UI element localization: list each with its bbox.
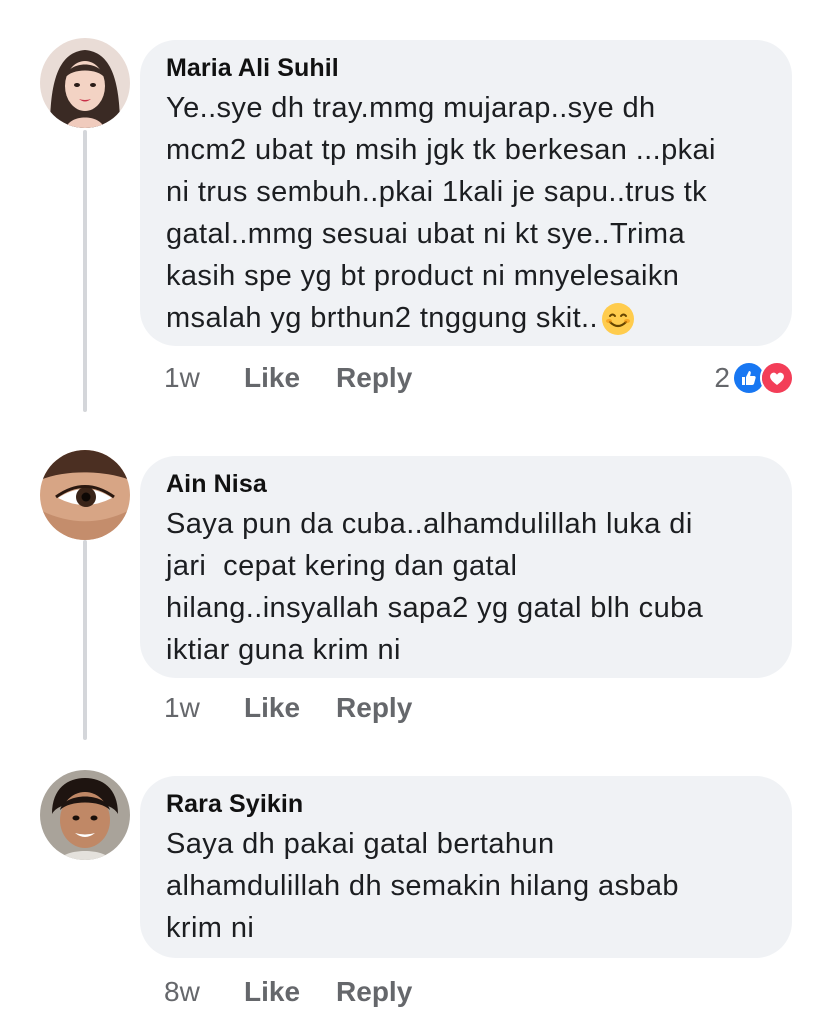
thread-line: [83, 540, 87, 740]
comment-text-line: kasih spe yg bt product ni mnyelesaikn: [166, 260, 680, 292]
comment-actions: 1w Like Reply: [164, 690, 412, 726]
profile-photo-icon: [40, 450, 130, 540]
reply-button[interactable]: Reply: [336, 976, 412, 1008]
comment-text-line: gatal..mmg sesuai ubat ni kt sye..Trima: [166, 218, 685, 250]
comment-bubble: Ain Nisa Saya pun da cuba..alhamdulillah…: [140, 456, 792, 678]
comment-text-line: jari cepat kering dan gatal: [166, 550, 518, 582]
comment-actions: 8w Like Reply: [164, 974, 412, 1010]
comment-text-line: ni trus sembuh..pkai 1kali je sapu..trus…: [166, 176, 708, 208]
comment-text-line: Saya dh pakai gatal bertahun: [166, 828, 555, 860]
comment-text-line: Ye..sye dh tray.mmg mujarap..sye dh: [166, 92, 656, 124]
comment-text-line: mcm2 ubat tp msih jgk tk berkesan ...pka…: [166, 134, 716, 166]
like-button[interactable]: Like: [244, 692, 300, 724]
comment-bubble: Maria Ali Suhil Ye..sye dh tray.mmg muja…: [140, 40, 792, 346]
comment-text-line: alhamdulillah dh semakin hilang asbab: [166, 870, 679, 902]
reaction-count: 2: [714, 362, 730, 393]
comment-timestamp[interactable]: 1w: [164, 692, 226, 724]
comment-text: Ye..sye dh tray.mmg mujarap..sye dh mcm2…: [166, 87, 768, 339]
comment-author[interactable]: Maria Ali Suhil: [166, 54, 768, 83]
reply-button[interactable]: Reply: [336, 362, 412, 394]
avatar[interactable]: [40, 770, 130, 860]
comment-text: Saya dh pakai gatal bertahun alhamdulill…: [166, 823, 768, 949]
reply-button[interactable]: Reply: [336, 692, 412, 724]
comment-text-line: msalah yg brthun2 tnggung skit..: [166, 297, 768, 339]
love-reaction-icon: [760, 361, 794, 395]
avatar[interactable]: [40, 38, 130, 128]
comment-author[interactable]: Rara Syikin: [166, 790, 768, 819]
profile-photo-icon: [40, 38, 130, 128]
comment-actions: 1w Like Reply: [164, 360, 412, 396]
like-button[interactable]: Like: [244, 976, 300, 1008]
comment-text-line: iktiar guna krim ni: [166, 634, 401, 666]
comment-text-segment: msalah yg brthun2 tnggung skit..: [166, 302, 598, 334]
comment-timestamp[interactable]: 1w: [164, 362, 226, 394]
comment-text-line: Saya pun da cuba..alhamdulillah luka di: [166, 508, 693, 540]
avatar[interactable]: [40, 450, 130, 540]
smiling-face-emoji-icon: [601, 303, 634, 336]
like-button[interactable]: Like: [244, 362, 300, 394]
comment-text: Saya pun da cuba..alhamdulillah luka di …: [166, 503, 768, 671]
reaction-summary[interactable]: 2: [714, 360, 794, 396]
comment-text-line: krim ni: [166, 912, 255, 944]
comment-author[interactable]: Ain Nisa: [166, 470, 768, 499]
thread-line: [83, 130, 87, 412]
comment-bubble: Rara Syikin Saya dh pakai gatal bertahun…: [140, 776, 792, 958]
comment-text-line: hilang..insyallah sapa2 yg gatal blh cub…: [166, 592, 704, 624]
profile-photo-icon: [40, 770, 130, 860]
comment-timestamp[interactable]: 8w: [164, 976, 226, 1008]
